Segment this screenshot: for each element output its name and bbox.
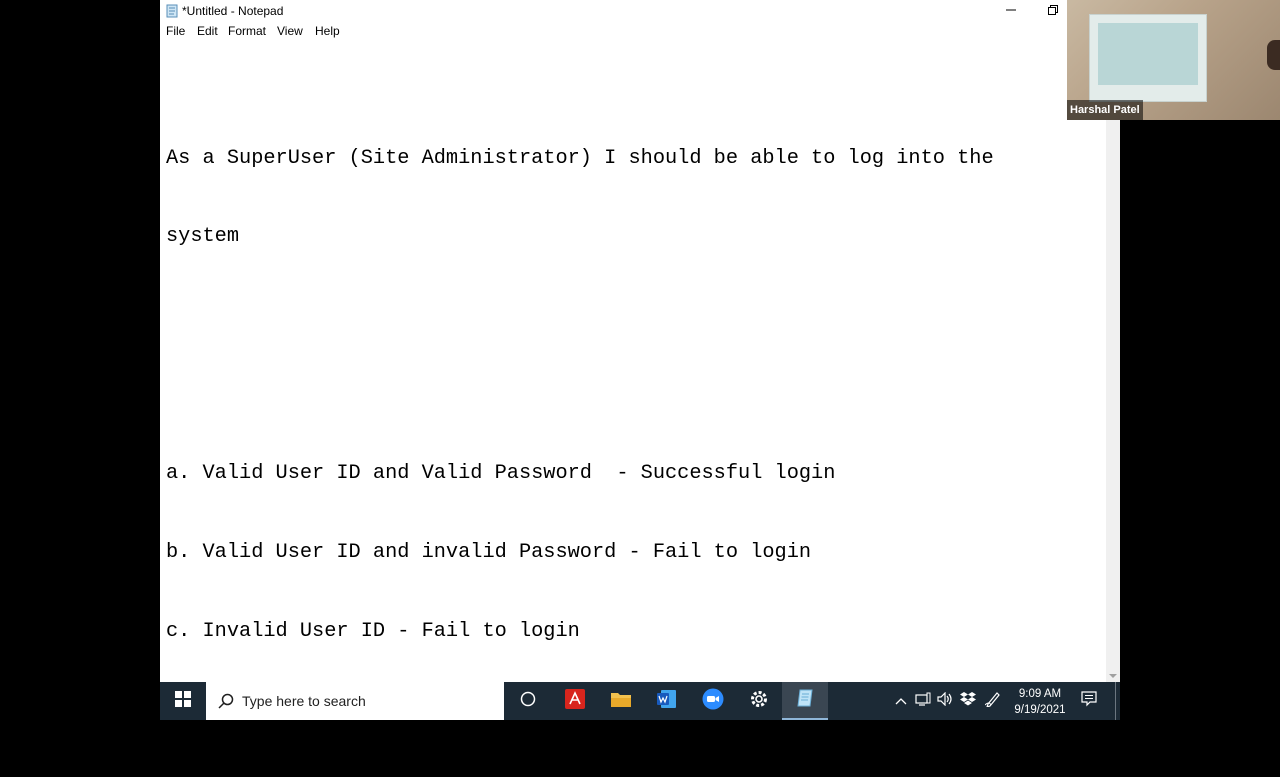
- document-line: system: [166, 225, 240, 249]
- taskbar-search-box[interactable]: Type here to search: [206, 682, 504, 720]
- clock-time: 9:09 AM: [1018, 688, 1062, 700]
- menu-help[interactable]: Help: [315, 24, 340, 38]
- document-line: [166, 303, 1096, 329]
- word-taskbar-button[interactable]: [644, 682, 690, 720]
- search-placeholder: Type here to search: [242, 693, 366, 709]
- document-line: a. Valid User ID and Valid Password - Su…: [166, 462, 836, 486]
- chevron-up-icon: [895, 692, 907, 710]
- clock[interactable]: 9:09 AM 9/19/2021: [1010, 686, 1070, 718]
- participant-name: Harshal Patel: [1067, 100, 1143, 120]
- scroll-down-arrow-icon[interactable]: [1109, 674, 1117, 678]
- menu-format[interactable]: Format: [228, 24, 266, 38]
- menu-file[interactable]: File: [166, 24, 185, 38]
- webcam-projected-screen: [1098, 23, 1198, 85]
- action-center-button[interactable]: [1074, 682, 1104, 720]
- notifications-icon: [1081, 690, 1097, 712]
- notepad-icon: [795, 688, 815, 713]
- show-desktop-divider[interactable]: [1115, 682, 1116, 720]
- pen-icon: [984, 691, 1001, 712]
- taskbar: Type here to search 9:09 AM 9/19/2021: [160, 682, 1120, 720]
- menu-view[interactable]: View: [277, 24, 303, 38]
- document-line: b. Valid User ID and invalid Password - …: [166, 541, 812, 565]
- zoom-taskbar-button[interactable]: [690, 682, 736, 720]
- webcam-background-board: [1089, 14, 1207, 102]
- menu-edit[interactable]: Edit: [197, 24, 218, 38]
- notepad-taskbar-button[interactable]: [782, 682, 828, 720]
- settings-taskbar-button[interactable]: [736, 682, 782, 720]
- show-hidden-icons-button[interactable]: [892, 682, 910, 720]
- file-explorer-icon: [610, 690, 632, 713]
- dropbox-tray-button[interactable]: [957, 682, 979, 720]
- volume-icon: [937, 691, 953, 711]
- acrobat-icon: [565, 688, 585, 714]
- webcam-video: Harshal Patel: [1067, 0, 1280, 120]
- document-line: As a SuperUser (Site Administrator) I sh…: [166, 146, 994, 170]
- document-line: c. Invalid User ID - Fail to login: [166, 619, 580, 643]
- start-button[interactable]: [160, 682, 206, 720]
- document-text[interactable]: As a SuperUser (Site Administrator) I sh…: [166, 93, 1096, 777]
- acrobat-taskbar-button[interactable]: [552, 682, 598, 720]
- volume-tray-button[interactable]: [934, 682, 956, 720]
- word-icon: [657, 689, 677, 714]
- cortana-button[interactable]: [505, 682, 551, 720]
- minimize-icon: [1006, 2, 1016, 20]
- settings-icon: [749, 689, 769, 714]
- dropbox-icon: [960, 691, 976, 711]
- notepad-app-icon: [165, 4, 179, 18]
- document-line: [166, 382, 1096, 408]
- text-editor-area[interactable]: As a SuperUser (Site Administrator) I sh…: [160, 40, 1106, 722]
- search-icon: [218, 693, 234, 709]
- zoom-icon: [702, 688, 724, 715]
- cortana-icon: [520, 691, 536, 712]
- vertical-scrollbar[interactable]: [1106, 40, 1120, 682]
- window-title: *Untitled - Notepad: [182, 4, 284, 18]
- title-bar[interactable]: *Untitled - Notepad: [160, 0, 1120, 22]
- webcam-person-edge: [1267, 40, 1280, 70]
- network-icon: [915, 692, 931, 711]
- restore-icon: [1048, 2, 1058, 20]
- clock-date: 9/19/2021: [1014, 704, 1066, 716]
- minimize-button[interactable]: [989, 0, 1033, 22]
- notepad-window: *Untitled - Notepad File Edit Format Vie…: [160, 0, 1120, 722]
- pen-tray-button[interactable]: [982, 682, 1004, 720]
- network-tray-button[interactable]: [912, 682, 934, 720]
- file-explorer-taskbar-button[interactable]: [598, 682, 644, 720]
- windows-start-icon: [175, 690, 191, 712]
- menu-bar: File Edit Format View Help: [160, 22, 1120, 41]
